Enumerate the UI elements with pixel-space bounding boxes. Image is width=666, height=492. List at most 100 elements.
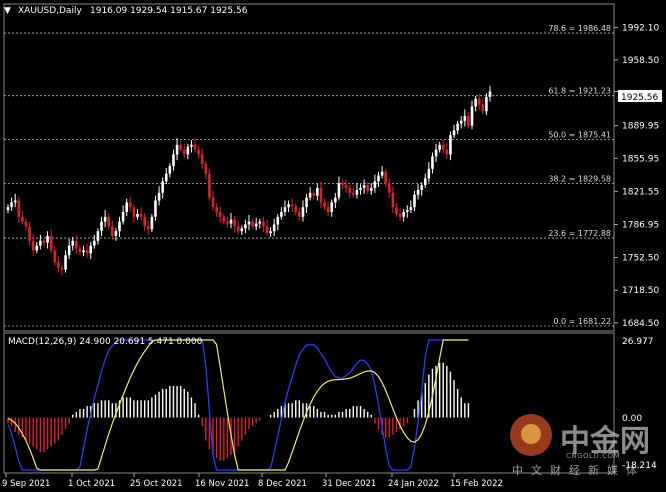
candle-body [405,210,409,213]
date-tick-label: 1 Oct 2021 [68,479,115,488]
candle-body [42,240,46,243]
candle-body [276,216,280,225]
candle-body [111,226,114,237]
candle-body [211,197,215,208]
candle-body [445,149,449,155]
candle-body [172,154,175,166]
current-price-tag: 1925.56 [618,90,662,103]
candle-body [60,267,64,270]
candle-body [326,207,330,213]
fib-label: 0.0 = 1681.22 [553,317,611,326]
candle-body [229,219,233,224]
symbol-icon: ▼ [4,6,11,16]
candle-body [377,175,380,182]
candle-body [143,216,146,227]
candle-body [75,240,78,249]
candle-body [380,171,384,176]
candle-body [269,231,272,234]
candle-body [21,216,24,222]
candle-body [6,207,10,211]
candle-body [258,221,262,224]
price-tick-label: 1992.10 [622,24,659,34]
candle-body [287,204,290,208]
candle-body [395,207,398,214]
candle-body [402,212,405,217]
candle-body [452,130,456,136]
candle-body [182,149,186,155]
watermark-site: CNGOLD.COM [566,452,621,460]
candle-body [103,216,107,222]
date-tick-label: 25 Oct 2021 [130,479,183,488]
macd-signal-line [7,339,469,471]
candle-body [366,185,370,191]
candle-body [10,202,13,208]
candle-body [13,200,17,203]
macd-label: MACD(12,26,9) 24.900 20.691 5.471 0.000 [8,337,203,347]
candle-body [441,144,445,150]
candle-body [330,202,334,213]
candle-body [161,181,164,193]
candle-body [128,202,132,208]
candle-body [107,216,111,227]
candle-body [64,255,67,270]
candle-body [359,188,362,190]
candle-body [247,221,251,225]
candle-body [373,181,377,189]
candle-body [308,192,312,198]
price-axis: 1992.10 1958.50 1889.95 1855.95 1821.55 1786.… [614,24,659,329]
candle-body [39,240,42,246]
fib-label: 50.0 = 1875.41 [548,131,611,140]
candle-body [71,240,75,246]
candle-body [193,144,197,150]
candle-body [96,231,100,241]
candle-body [164,173,168,182]
candle-body [31,240,35,251]
macd-scale-top: 26.977 [622,337,654,347]
candle-body [146,226,150,230]
candle-body [265,226,269,234]
candle-body [89,245,93,254]
candle-body [218,212,222,217]
candles [6,85,492,276]
candle-body [355,189,359,195]
candle-body [459,120,463,124]
candle-body [179,144,182,150]
candle-body [222,216,226,222]
candle-body [236,226,240,232]
fib-label: 78.6 = 1986.48 [548,24,611,33]
candle-body [136,213,139,217]
candle-body [204,164,208,174]
chart-window[interactable]: 78.6 = 1986.48 61.8 = 1921.23 50.0 = 1875.… [0,0,666,489]
candle-body [434,149,438,157]
date-tick-label: 9 Sep 2021 [2,479,50,488]
fib-label: 38.2 = 1829.58 [548,175,611,184]
candle-body [344,185,348,189]
chart-canvas[interactable]: 78.6 = 1986.48 61.8 = 1921.23 50.0 = 1875.… [0,0,666,489]
candle-body [431,156,434,169]
candle-body [423,178,427,186]
price-tick-label: 1786.95 [622,221,659,231]
price-tick-label: 1718.50 [622,286,659,296]
date-tick-label: 8 Dec 2021 [258,479,307,488]
candle-body [362,185,366,189]
candle-body [474,98,477,107]
candle-body [24,221,28,227]
date-tick-label: 31 Dec 2021 [322,479,376,488]
candle-body [352,192,355,195]
candle-body [334,197,337,203]
cngold-logo-inner-icon [521,424,541,444]
candle-body [341,183,344,186]
candle-body [215,207,218,213]
candle-body [200,154,204,165]
candle-body [28,226,31,241]
price-pane-border [3,3,615,332]
date-tick-label: 16 Nov 2021 [195,479,249,488]
price-tick-label: 1752.50 [622,254,659,264]
macd-histogram [7,362,470,461]
fibonacci-levels[interactable]: 78.6 = 1986.48 61.8 = 1921.23 50.0 = 1875.… [4,24,614,327]
candle-body [420,185,423,190]
candle-body [57,261,60,268]
candle-body [78,248,82,253]
candle-body [208,173,211,198]
candle-body [384,171,387,184]
